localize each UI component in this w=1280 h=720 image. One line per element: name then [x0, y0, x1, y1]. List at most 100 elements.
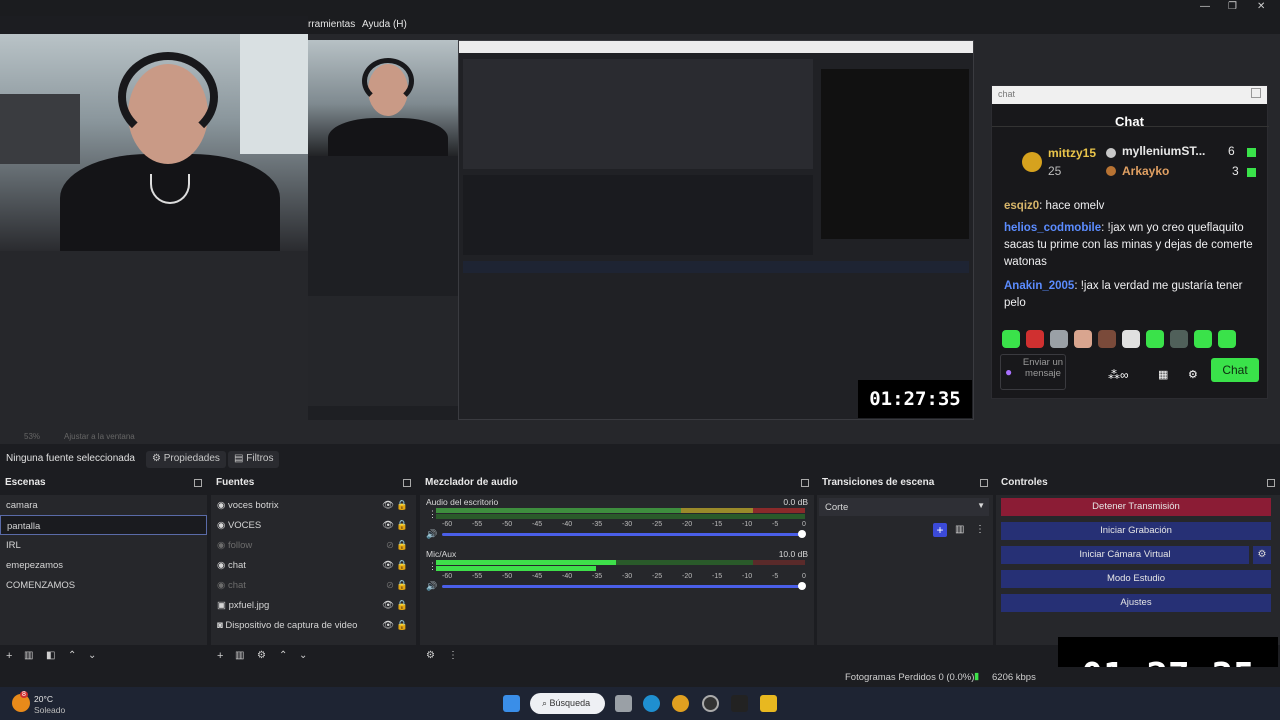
sources-dock: Fuentes ◉ voces botrix 👁 🔒 ◉ VOCES 👁 🔒 ◉ fol… — [211, 477, 416, 667]
volume-slider[interactable] — [442, 585, 804, 588]
zoom-fit[interactable]: Ajustar a la ventana — [64, 432, 135, 441]
menu-tools[interactable]: rramientas — [308, 19, 355, 30]
windows-start-icon[interactable] — [503, 695, 520, 712]
emote-icon[interactable] — [1170, 330, 1188, 348]
scene-item[interactable]: emepezamos — [0, 555, 207, 575]
trash-icon[interactable]: ▥ — [24, 650, 33, 661]
source-item[interactable]: ◙ Dispositivo de captura de video 👁 🔒 — [211, 615, 416, 635]
eye-icon[interactable]: 👁 — [382, 500, 394, 511]
emote-icon[interactable] — [1218, 330, 1236, 348]
add-icon[interactable]: + — [6, 650, 12, 662]
minimize-icon[interactable]: — — [1200, 1, 1210, 12]
lock-icon[interactable]: 🔒 — [396, 560, 408, 571]
emote-icon[interactable] — [1122, 330, 1140, 348]
gear-icon[interactable]: ⚙ — [1253, 546, 1271, 564]
arrow-down-icon[interactable]: ⌄ — [88, 650, 96, 661]
epic-games-icon[interactable] — [731, 695, 748, 712]
close-icon[interactable]: ✕ — [1257, 1, 1265, 12]
emote-icon[interactable] — [1002, 330, 1020, 348]
filters-label: Filtros — [246, 453, 274, 464]
add-transition-icon[interactable]: + — [933, 523, 947, 537]
leader1-name: mittzy15 — [1048, 146, 1097, 160]
emote-icon[interactable] — [1074, 330, 1092, 348]
lock-icon[interactable]: 🔒 — [396, 600, 408, 611]
eye-icon[interactable]: 👁 — [382, 520, 394, 531]
lock-icon[interactable]: 🔒 — [396, 620, 408, 631]
lock-icon[interactable]: 🔒 — [396, 500, 408, 511]
volume-slider-handle[interactable] — [798, 530, 806, 538]
arrow-up-icon[interactable]: ⌃ — [279, 650, 287, 661]
gear-icon[interactable]: ⚙ — [257, 650, 266, 661]
lock-icon[interactable]: 🔒 — [396, 520, 408, 531]
extensions-icon[interactable]: ⁂∞ — [1108, 368, 1129, 382]
kebab-menu-icon[interactable]: ⋮ — [448, 650, 458, 661]
file-explorer-icon[interactable] — [760, 695, 777, 712]
lock-icon[interactable]: 🔒 — [396, 540, 408, 551]
speaker-icon[interactable]: 🔊 — [426, 581, 437, 592]
scene-filter-icon[interactable]: ◧ — [46, 650, 55, 661]
advanced-audio-icon[interactable]: ⚙ — [426, 650, 435, 661]
start-recording-button[interactable]: Iniciar Grabación — [1001, 522, 1271, 540]
kebab-menu-icon[interactable]: ⋮ — [975, 524, 985, 535]
chat-send-button[interactable]: Chat — [1211, 358, 1259, 382]
tick-label: -60 — [442, 521, 453, 528]
source-item[interactable]: ◉ voces botrix 👁 🔒 — [211, 495, 416, 515]
emote-icon[interactable] — [1146, 330, 1164, 348]
trash-icon[interactable]: ▥ — [235, 650, 244, 661]
source-item[interactable]: ◉ chat ⊘ 🔒 — [211, 575, 416, 595]
preview-canvas[interactable]: chat Chat mittzy15 25 mylleniumST... 6 A… — [0, 34, 1280, 430]
scene-item[interactable]: COMENZAMOS — [0, 575, 207, 595]
emote-icon[interactable] — [1098, 330, 1116, 348]
filters-button[interactable]: ▤ Filtros — [228, 451, 280, 468]
source-item[interactable]: ◉ VOCES 👁 🔒 — [211, 515, 416, 535]
scene-item[interactable]: IRL — [0, 535, 207, 555]
filter-icon: ▤ — [234, 453, 247, 464]
taskbar-search[interactable]: ⌕ Búsqueda — [530, 693, 605, 714]
mic-icon[interactable]: ● — [1005, 365, 1012, 379]
source-item[interactable]: ▣ pxfuel.jpg 👁 🔒 — [211, 595, 416, 615]
start-virtual-camera-button[interactable]: Iniciar Cámara Virtual — [1001, 546, 1249, 564]
source-item[interactable]: ◉ follow ⊘ 🔒 — [211, 535, 416, 555]
arrow-up-icon[interactable]: ⌃ — [68, 650, 76, 661]
undock-icon[interactable] — [1267, 479, 1275, 487]
chat-bar-close-icon[interactable] — [1251, 88, 1261, 98]
undock-icon[interactable] — [194, 479, 202, 487]
gear-icon[interactable]: ⚙ — [1188, 368, 1198, 381]
undock-icon[interactable] — [801, 479, 809, 487]
eye-icon[interactable]: 👁 — [382, 620, 394, 631]
trash-icon[interactable]: ▥ — [955, 524, 964, 535]
menu-help[interactable]: Ayuda (H) — [362, 19, 407, 30]
settings-button[interactable]: Ajustes — [1001, 594, 1271, 612]
source-item[interactable]: ◉ chat 👁 🔒 — [211, 555, 416, 575]
undock-icon[interactable] — [403, 479, 411, 487]
add-icon[interactable]: + — [217, 650, 223, 662]
eye-icon[interactable]: 👁 — [382, 560, 394, 571]
eye-hidden-icon[interactable]: ⊘ — [386, 580, 394, 591]
task-view-icon[interactable] — [615, 695, 632, 712]
store-icon[interactable]: ▦ — [1158, 368, 1168, 381]
eye-hidden-icon[interactable]: ⊘ — [386, 540, 394, 551]
undock-icon[interactable] — [980, 479, 988, 487]
properties-button[interactable]: ⚙ Propiedades — [146, 451, 226, 468]
emote-icon[interactable] — [1194, 330, 1212, 348]
volume-slider[interactable] — [442, 533, 804, 536]
chrome-icon[interactable] — [672, 695, 689, 712]
obs-icon[interactable] — [702, 695, 719, 712]
emote-icon[interactable] — [1026, 330, 1044, 348]
scene-item[interactable]: camara — [0, 495, 207, 515]
speaker-icon[interactable]: 🔊 — [426, 529, 437, 540]
edge-icon[interactable] — [643, 695, 660, 712]
lock-icon[interactable]: 🔒 — [396, 580, 408, 591]
eye-icon[interactable]: 👁 — [382, 600, 394, 611]
chat-input[interactable]: ● Enviar un mensaje — [1000, 354, 1066, 390]
maximize-icon[interactable]: ❐ — [1228, 1, 1237, 12]
scene-item-selected[interactable]: pantalla — [0, 515, 207, 535]
emote-icon[interactable] — [1050, 330, 1068, 348]
studio-mode-button[interactable]: Modo Estudio — [1001, 570, 1271, 588]
tick-label: -20 — [682, 521, 693, 528]
transition-select[interactable]: Corte ▼ — [819, 498, 989, 516]
stop-stream-button[interactable]: Detener Transmisión — [1001, 498, 1271, 516]
zoom-level[interactable]: 53% — [24, 432, 40, 441]
volume-slider-handle[interactable] — [798, 582, 806, 590]
arrow-down-icon[interactable]: ⌄ — [299, 650, 307, 661]
